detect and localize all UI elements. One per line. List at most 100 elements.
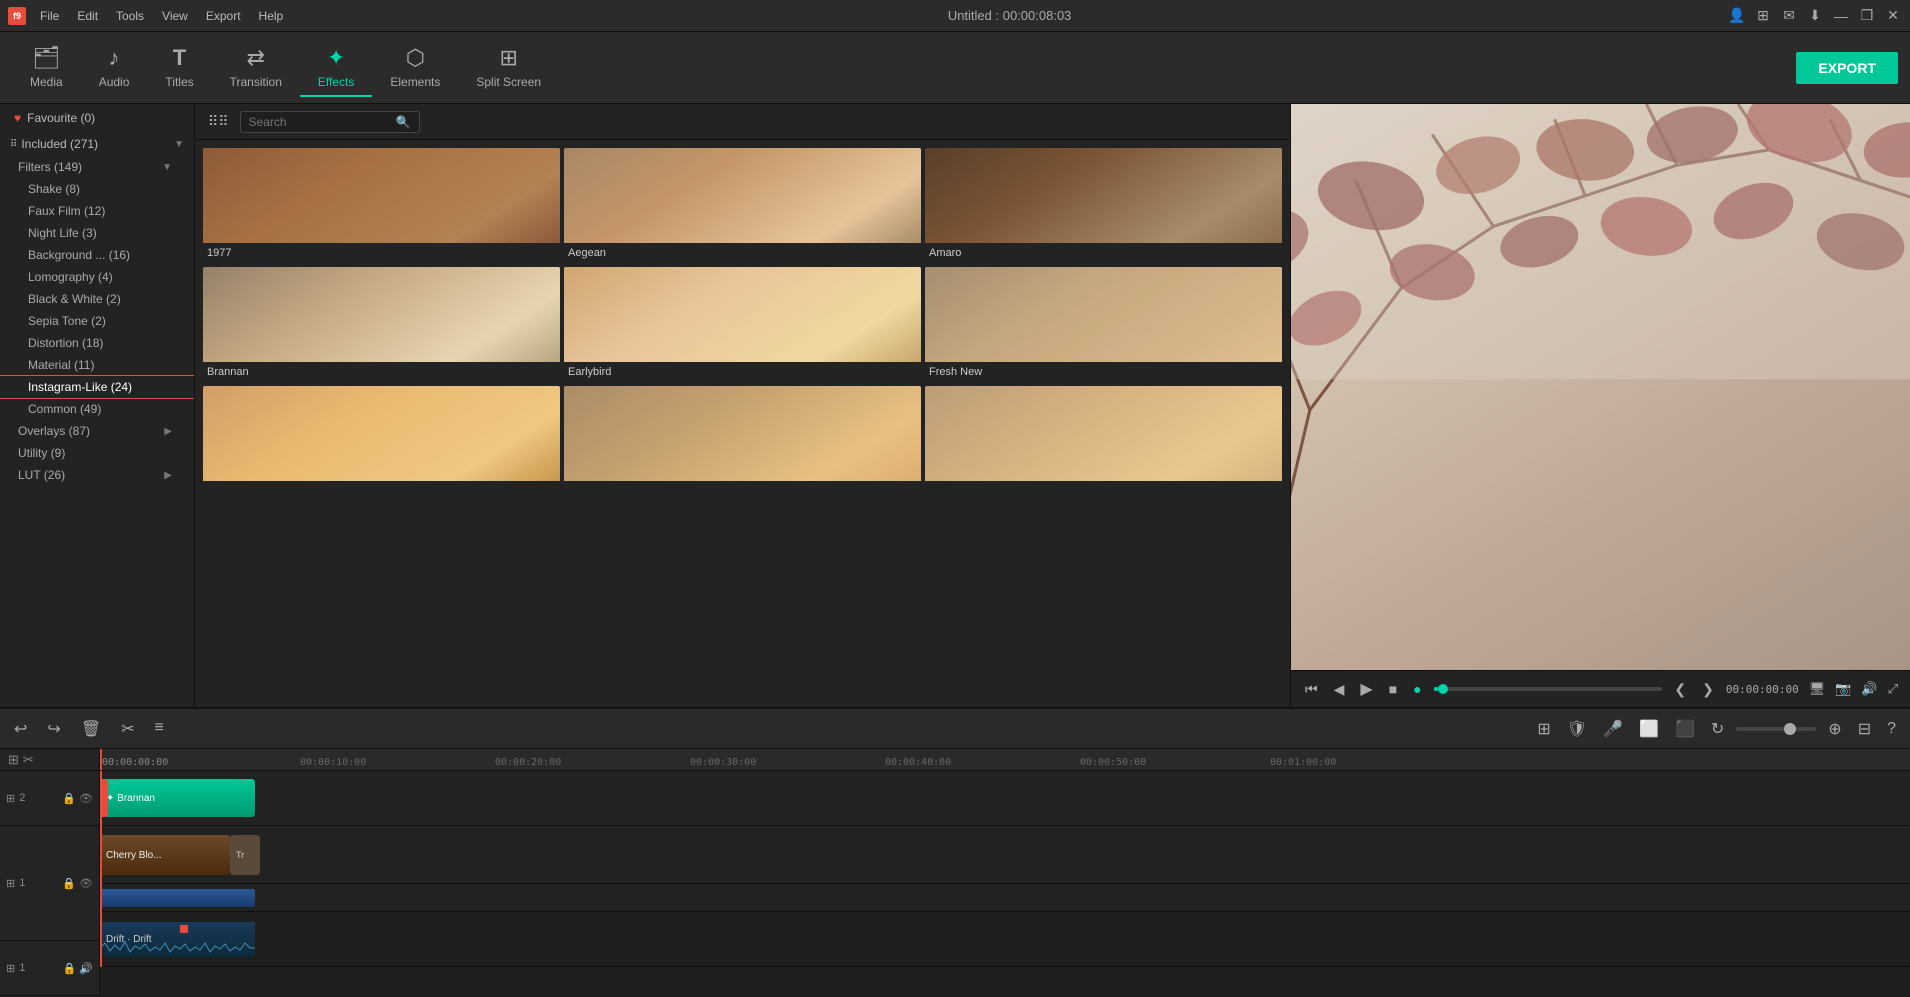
minimize-btn[interactable]: — [1832, 7, 1850, 25]
expand-icon[interactable]: ⤢ [1886, 679, 1900, 699]
effect-earlybird[interactable]: Earlybird [564, 267, 921, 382]
clip-audio-drift[interactable]: Drift · Drift [100, 922, 255, 957]
effect-row3c-label [925, 481, 1282, 489]
profile-icon[interactable]: 👤 [1728, 7, 1746, 25]
track-scissors-icon[interactable]: ✂ [23, 752, 34, 768]
progress-bar[interactable] [1434, 687, 1663, 691]
cut-btn[interactable]: ✂ [117, 717, 138, 741]
mail-icon[interactable]: ✉ [1780, 7, 1798, 25]
toolbar-titles[interactable]: T Titles [147, 39, 211, 97]
timeline: ↩ ↪ 🗑 ✂ ≡ ⊞ 🛡 🎤 ⬜ ⬛ ↻ ⊕ ⊟ ? [0, 707, 1910, 997]
sidebar-sub-material[interactable]: Material (11) [0, 354, 194, 376]
sidebar-sub-lomography[interactable]: Lomography (4) [0, 266, 194, 288]
track-add-icon[interactable]: ⊞ [8, 752, 19, 768]
close-btn[interactable]: ✕ [1884, 7, 1902, 25]
audio-lock-icon[interactable]: 🔒 [63, 962, 77, 975]
clip-tr[interactable]: Tr [230, 835, 260, 875]
effect-row3c[interactable] [925, 386, 1282, 489]
play-btn[interactable]: ▶ [1356, 677, 1376, 701]
effect-freshnew[interactable]: Fresh New [925, 267, 1282, 382]
nav-forward-icon[interactable]: ❯ [1698, 679, 1718, 700]
menu-view[interactable]: View [154, 7, 196, 25]
delete-btn[interactable]: 🗑 [77, 717, 105, 741]
snap-icon[interactable]: ⊞ [1533, 717, 1554, 741]
toolbar-effects[interactable]: ✦ Effects [300, 39, 372, 97]
effect-row3a[interactable] [203, 386, 560, 489]
maximize-btn[interactable]: ❐ [1858, 7, 1876, 25]
media-icon: 🗂 [32, 45, 60, 71]
stop-btn[interactable]: ■ [1385, 679, 1401, 699]
menu-edit[interactable]: Edit [69, 7, 106, 25]
favourite-label: Favourite (0) [27, 111, 95, 125]
shield-icon[interactable]: 🛡 [1563, 717, 1591, 741]
transition-label: Transition [230, 75, 282, 89]
effect-amaro[interactable]: Amaro [925, 148, 1282, 263]
overlay-icon[interactable]: ⬛ [1671, 717, 1699, 741]
subtitle-icon[interactable]: ⬜ [1635, 717, 1663, 741]
clip-fx-bar[interactable] [100, 889, 255, 907]
help-icon[interactable]: ? [1883, 718, 1900, 740]
loop-icon[interactable]: ↻ [1707, 717, 1728, 741]
sidebar-sub-overlays[interactable]: Overlays (87) ▶ [0, 420, 194, 442]
sidebar-sub-common[interactable]: Common (49) [0, 398, 194, 420]
effect-row3b[interactable] [564, 386, 921, 489]
redo-btn[interactable]: ↪ [43, 717, 64, 741]
sidebar-sub-lut[interactable]: LUT (26) ▶ [0, 464, 194, 486]
clip-brannan[interactable]: ✦ Brannan [100, 779, 255, 817]
sidebar-section-included[interactable]: ⠿ Included (271) ▼ [0, 132, 194, 156]
toolbar-media[interactable]: 🗂 Media [12, 39, 81, 97]
undo-btn[interactable]: ↩ [10, 717, 31, 741]
sidebar-sub-faux-film[interactable]: Faux Film (12) [0, 200, 194, 222]
zoom-slider[interactable] [1736, 727, 1816, 731]
sidebar-sub-utility[interactable]: Utility (9) [0, 442, 194, 464]
fit-icon[interactable]: ⊟ [1854, 717, 1875, 741]
toolbar-elements[interactable]: ⬡ Elements [372, 39, 458, 97]
toolbar-splitscreen[interactable]: ⊞ Split Screen [458, 39, 559, 97]
grid-icon[interactable]: ⊞ [1754, 7, 1772, 25]
menu-file[interactable]: File [32, 7, 67, 25]
ruler-mark-20: 00:00:20:00 [495, 757, 561, 768]
sidebar-sub-night-life[interactable]: Night Life (3) [0, 222, 194, 244]
track1-eye-icon[interactable]: 👁 [79, 877, 93, 890]
menu-tools[interactable]: Tools [108, 7, 152, 25]
snapshot-icon[interactable]: 📷 [1833, 679, 1853, 699]
chevron-included: ▼ [174, 139, 184, 150]
export-button[interactable]: EXPORT [1796, 52, 1898, 84]
toolbar-transition[interactable]: ⇄ Transition [212, 39, 300, 97]
search-input[interactable] [249, 115, 390, 129]
zoom-in-icon[interactable]: ⊕ [1824, 717, 1845, 741]
fullscreen-icon[interactable]: 🖥 [1807, 679, 1828, 699]
mic-icon[interactable]: 🎤 [1599, 717, 1627, 741]
favourite-item[interactable]: ♥ Favourite (0) [0, 104, 194, 132]
sidebar-sub-shake[interactable]: Shake (8) [0, 178, 194, 200]
sidebar-sub-sepia[interactable]: Sepia Tone (2) [0, 310, 194, 332]
sidebar-sub-instagram[interactable]: Instagram-Like (24) [0, 376, 194, 398]
track2-eye-icon[interactable]: 👁 [79, 792, 93, 805]
clip-cherry[interactable]: Cherry Blo... [100, 835, 230, 875]
sidebar-sub-background[interactable]: Background ... (16) [0, 244, 194, 266]
track1-lock-icon[interactable]: 🔒 [62, 877, 76, 890]
step-back-btn[interactable]: ◀ [1330, 679, 1349, 700]
sidebar-sub-distortion[interactable]: Distortion (18) [0, 332, 194, 354]
effect-brannan[interactable]: Brannan [203, 267, 560, 382]
menu-help[interactable]: Help [251, 7, 292, 25]
track2-lock-icon[interactable]: 🔒 [62, 792, 76, 805]
preview-actions: 🖥 📷 🔊 ⤢ [1807, 679, 1900, 699]
rewind-btn[interactable]: ⏮ [1301, 679, 1322, 700]
volume-icon[interactable]: 🔊 [1859, 679, 1879, 699]
audio-mute-icon[interactable]: 🔊 [79, 962, 93, 975]
toolbar-audio[interactable]: ♪ Audio [81, 39, 148, 97]
menu-export[interactable]: Export [198, 7, 249, 25]
grid-toggle-icon[interactable]: ⠿⠿ [205, 110, 232, 133]
sidebar-sub-black-white[interactable]: Black & White (2) [0, 288, 194, 310]
settings-btn[interactable]: ≡ [151, 717, 168, 741]
audio-label: Audio [99, 75, 130, 89]
record-btn[interactable]: ● [1409, 679, 1425, 699]
download-icon[interactable]: ⬇ [1806, 7, 1824, 25]
sidebar-sub-filters[interactable]: Filters (149) ▼ [0, 156, 194, 178]
ruler-mark-0: 00:00:00:00 [102, 757, 168, 768]
nav-back-icon[interactable]: ❮ [1670, 679, 1690, 700]
effect-aegean[interactable]: Aegean [564, 148, 921, 263]
effect-1977[interactable]: 1977 [203, 148, 560, 263]
night-life-label: Night Life (3) [28, 226, 97, 240]
